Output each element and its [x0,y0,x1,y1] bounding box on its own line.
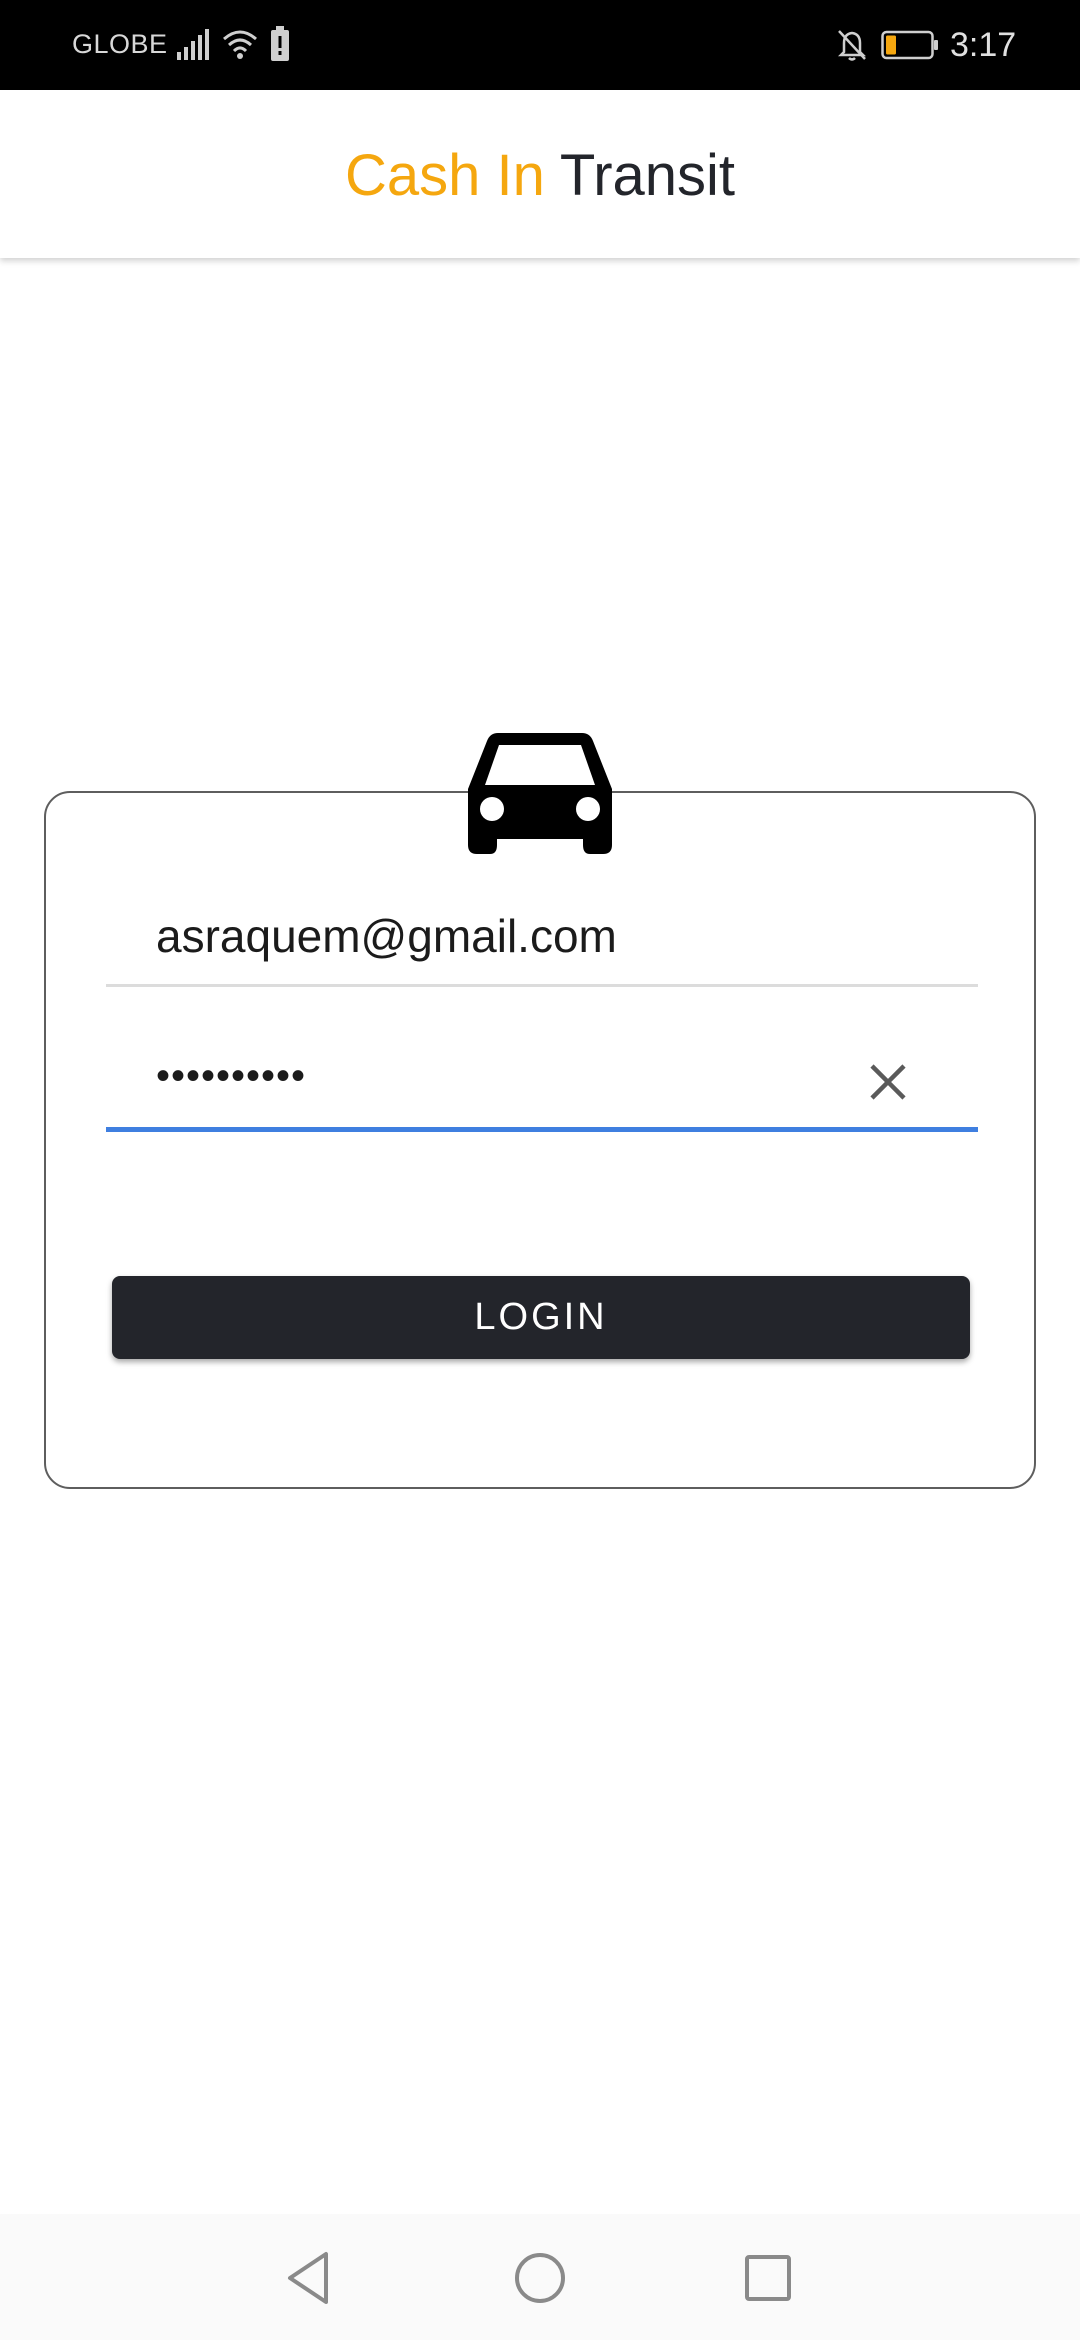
clock-time: 3:17 [950,26,1017,64]
car-icon [468,733,612,854]
app-title: Cash In Transit [0,142,1080,209]
login-card: •••••••••• LOGIN [44,791,1036,1489]
battery-alert-icon [271,26,289,61]
app-bar: Cash In Transit [0,90,1080,258]
navigation-bar [0,2214,1080,2340]
status-bar: GLOBE 3:17 [0,0,1080,90]
bell-off-icon [837,30,867,61]
app-title-main: Transit [559,143,736,208]
carrier-name: GLOBE [72,29,168,59]
back-icon[interactable] [280,2248,340,2308]
email-field[interactable] [106,891,978,987]
battery-icon [881,30,938,60]
wifi-icon [223,30,257,59]
close-icon[interactable] [864,1058,912,1106]
signal-icon [177,29,209,60]
email-input[interactable] [156,901,876,971]
app-title-accent: Cash In [344,143,545,208]
password-input[interactable]: •••••••••• [156,1054,876,1124]
recents-icon[interactable] [738,2248,798,2308]
login-button[interactable]: LOGIN [112,1276,970,1359]
home-icon[interactable] [510,2248,570,2308]
password-field[interactable]: •••••••••• [106,1036,978,1132]
